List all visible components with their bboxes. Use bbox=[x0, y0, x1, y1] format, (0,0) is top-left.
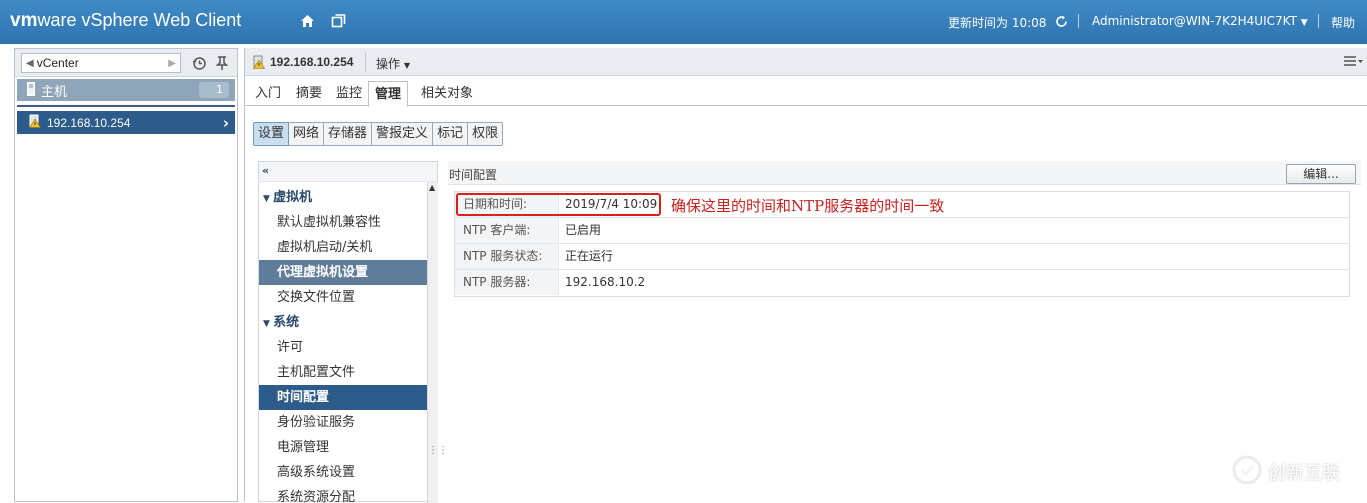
annotation-text: 确保这里的时间和NTP服务器的时间一致 bbox=[671, 197, 945, 215]
property-value: 已启用 bbox=[565, 223, 602, 237]
property-key: NTP 服务状态: bbox=[455, 244, 559, 269]
subtab-storage[interactable]: 存储器 bbox=[324, 122, 373, 146]
chevron-down-icon: ▼ bbox=[403, 61, 410, 70]
settings-item-power-mgmt[interactable]: 电源管理 bbox=[259, 435, 427, 460]
watermark: 创新互联 bbox=[1232, 454, 1340, 490]
settings-group-vm[interactable]: ▼ 虚拟机 bbox=[259, 185, 427, 210]
brand-product: vSphere Web Client bbox=[81, 10, 242, 30]
object-title: 192.168.10.254 bbox=[270, 55, 354, 69]
settings-group-system[interactable]: ▼ 系统 bbox=[259, 310, 427, 335]
property-row-ntp-client: NTP 客户端: 已启用 bbox=[455, 218, 1349, 244]
settings-item-vm-startup[interactable]: 虚拟机启动/关机 bbox=[259, 235, 427, 260]
property-row-ntp-status: NTP 服务状态: 正在运行 bbox=[455, 244, 1349, 270]
scroll-up-icon[interactable]: ▲ bbox=[429, 183, 435, 192]
watermark-text: 创新互联 bbox=[1268, 463, 1340, 484]
update-time: 更新时间为 10:08 bbox=[948, 16, 1047, 30]
caret-down-icon: ▼ bbox=[263, 319, 274, 329]
edit-button[interactable]: 编辑... bbox=[1286, 164, 1356, 184]
property-value: 正在运行 bbox=[565, 249, 614, 263]
section-title: 时间配置 bbox=[449, 168, 498, 182]
brand-ware: ware bbox=[37, 10, 77, 30]
back-arrow-icon[interactable]: ◀ bbox=[26, 58, 34, 69]
watermark-logo-icon bbox=[1232, 455, 1262, 490]
settings-item-agent-vm[interactable]: 代理虚拟机设置 bbox=[259, 260, 427, 285]
actions-menu[interactable]: 操作 ▼ bbox=[376, 55, 410, 72]
settings-item-time-config[interactable]: 时间配置 bbox=[259, 385, 427, 410]
title-divider bbox=[365, 52, 366, 72]
actions-label: 操作 bbox=[376, 57, 401, 71]
hosts-group-label: 主机 bbox=[41, 84, 68, 100]
settings-item-swap-location[interactable]: 交换文件位置 bbox=[259, 285, 427, 310]
main-panel: 192.168.10.254 操作 ▼ 入门 摘要 监控 管理 相关对象 设置 … bbox=[244, 48, 1367, 503]
time-config-header: 时间配置 编辑... bbox=[448, 161, 1361, 185]
property-key: NTP 服务器: bbox=[455, 270, 559, 295]
navigator-toolbar: ◀ vCenter ▶ bbox=[15, 49, 237, 77]
tab-summary[interactable]: 摘要 bbox=[290, 81, 328, 107]
host-icon bbox=[27, 81, 35, 99]
navigator-root-label: vCenter bbox=[36, 56, 79, 70]
highlight-box bbox=[456, 193, 661, 216]
navigator-divider bbox=[17, 105, 235, 107]
object-tabs: 入门 摘要 监控 管理 相关对象 bbox=[245, 78, 1367, 107]
settings-item-resource-alloc[interactable]: 系统资源分配 bbox=[259, 485, 427, 503]
settings-item-auth-services[interactable]: 身份验证服务 bbox=[259, 410, 427, 435]
header-divider bbox=[1318, 14, 1319, 28]
host-item-label: 192.168.10.254 bbox=[47, 115, 131, 130]
subtab-permissions[interactable]: 权限 bbox=[468, 122, 504, 146]
warning-host-icon bbox=[28, 114, 42, 131]
user-name: Administrator@WIN-7K2H4UIC7KT bbox=[1092, 14, 1297, 28]
property-value: 192.168.10.2 bbox=[565, 275, 646, 289]
settings-group-label: 系统 bbox=[273, 315, 300, 330]
settings-list: « ▼ 虚拟机 默认虚拟机兼容性 虚拟机启动/关机 代理虚拟机设置 交换文件位置… bbox=[258, 161, 438, 503]
navigator-breadcrumb[interactable]: ◀ vCenter ▶ bbox=[21, 53, 181, 73]
history-icon[interactable] bbox=[191, 55, 207, 74]
tab-manage[interactable]: 管理 bbox=[368, 81, 409, 107]
settings-item-default-vm-compat[interactable]: 默认虚拟机兼容性 bbox=[259, 210, 427, 235]
subtab-tags[interactable]: 标记 bbox=[433, 122, 469, 146]
time-config-panel: 时间配置 编辑... 日期和时间: 2019/7/4 10:09 NTP 客户端… bbox=[448, 161, 1361, 502]
header-divider bbox=[1078, 14, 1079, 28]
chevron-down-icon: ▼ bbox=[1300, 18, 1308, 28]
property-key: NTP 客户端: bbox=[455, 218, 559, 243]
pin-icon[interactable] bbox=[215, 55, 229, 74]
manage-subtabs: 设置 网络 存储器 警报定义 标记 权限 bbox=[253, 122, 504, 146]
brand-vm: vm bbox=[10, 10, 38, 31]
subtab-network[interactable]: 网络 bbox=[289, 122, 325, 146]
settings-item-host-profile[interactable]: 主机配置文件 bbox=[259, 360, 427, 385]
warning-host-icon bbox=[252, 55, 266, 72]
settings-group-label: 虚拟机 bbox=[273, 190, 313, 205]
app-brand: vmware vSphere Web Client bbox=[10, 10, 241, 32]
top-header: vmware vSphere Web Client 更新时间为 10:08 Ad… bbox=[0, 0, 1367, 44]
tab-related-objects[interactable]: 相关对象 bbox=[415, 81, 479, 107]
object-title-bar: 192.168.10.254 操作 ▼ bbox=[245, 48, 1367, 76]
help-menu[interactable]: 帮助 bbox=[1331, 14, 1355, 31]
caret-down-icon: ▼ bbox=[263, 194, 274, 204]
subtab-settings[interactable]: 设置 bbox=[253, 122, 290, 146]
tab-monitor[interactable]: 监控 bbox=[330, 81, 368, 107]
user-menu[interactable]: Administrator@WIN-7K2H4UIC7KT ▼ bbox=[1092, 14, 1308, 28]
home-icon[interactable] bbox=[298, 12, 316, 30]
collapse-left-icon[interactable]: « bbox=[262, 164, 269, 177]
settings-list-toolbar: « bbox=[259, 162, 437, 182]
chevron-right-icon[interactable]: › bbox=[223, 114, 229, 132]
property-row-ntp-server: NTP 服务器: 192.168.10.2 bbox=[455, 270, 1349, 296]
hosts-group-header[interactable]: 主机 1 bbox=[17, 79, 235, 101]
tab-getting-started[interactable]: 入门 bbox=[249, 81, 287, 107]
settings-item-licensing[interactable]: 许可 bbox=[259, 335, 427, 360]
window-icon[interactable] bbox=[329, 12, 347, 30]
settings-item-advanced-system[interactable]: 高级系统设置 bbox=[259, 460, 427, 485]
hosts-count-badge: 1 bbox=[199, 82, 229, 98]
refresh-icon[interactable] bbox=[1052, 12, 1070, 30]
forward-arrow-icon[interactable]: ▶ bbox=[168, 58, 176, 69]
navigator-pane: ◀ vCenter ▶ 主机 1 192.168.10.254 › bbox=[14, 48, 238, 502]
host-list-item-selected[interactable]: 192.168.10.254 › bbox=[17, 111, 235, 134]
splitter-handle-icon[interactable]: ⋮⋮ bbox=[428, 446, 448, 456]
subtab-alarm-definitions[interactable]: 警报定义 bbox=[372, 122, 434, 146]
list-menu-icon[interactable] bbox=[1342, 54, 1364, 71]
